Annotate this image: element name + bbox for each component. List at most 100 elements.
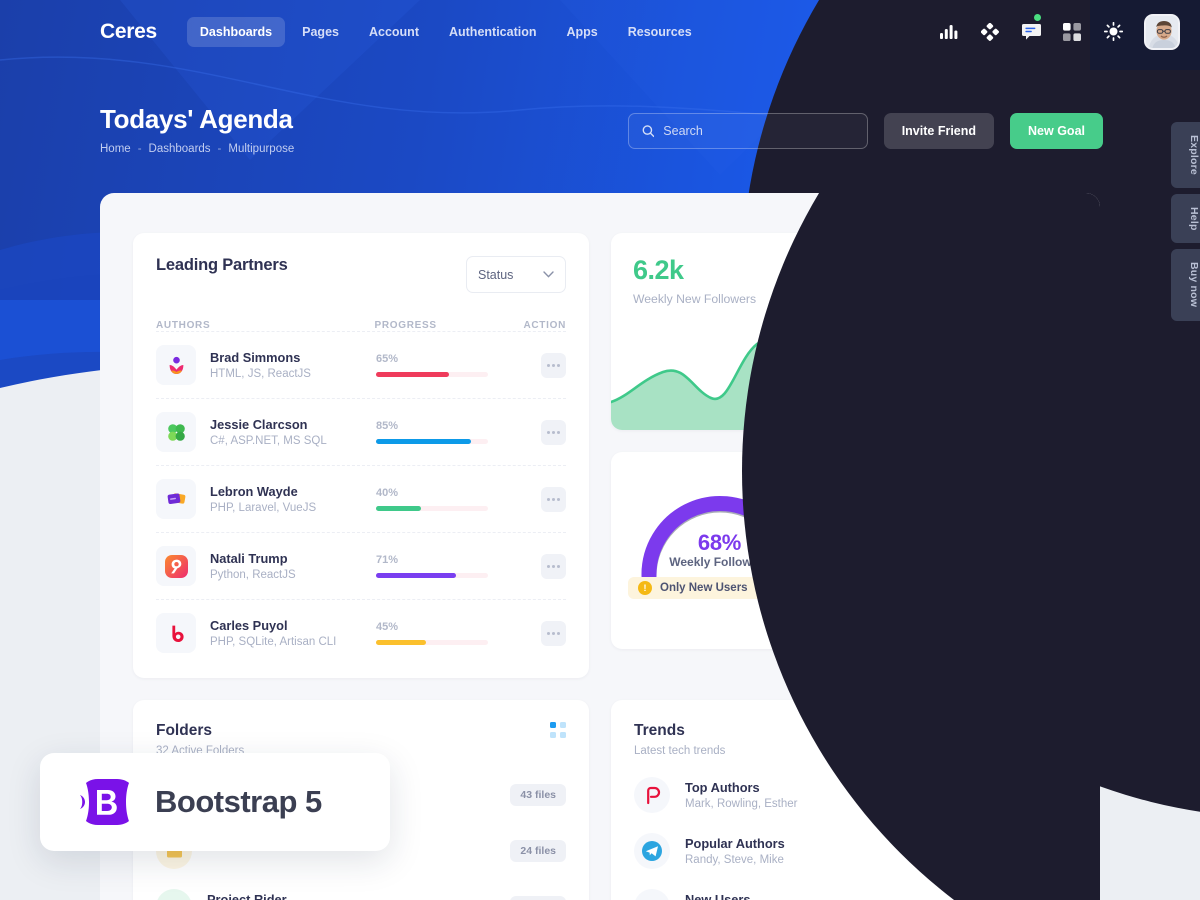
weekly-targets-stat-card: 730 My Weekly Targets (850, 233, 1067, 430)
nav-link-dashboards[interactable]: Dashboards (186, 16, 286, 47)
partner-tech: HTML, JS, ReactJS (210, 368, 311, 380)
progress-value: 85% (376, 420, 399, 433)
progress-track (376, 640, 488, 645)
folder-name: Project Rider (207, 892, 287, 900)
partner-name: Jessie Clarcson (210, 417, 308, 432)
gauge-label: Weekly Followers (669, 555, 770, 569)
targets-value: 730 (872, 255, 916, 285)
bar-chart-icon[interactable] (938, 21, 960, 43)
breadcrumb-multipurpose: Multipurpose (228, 143, 295, 155)
character-illustration: % (976, 485, 1064, 649)
checkbox-icon[interactable] (876, 573, 888, 585)
telegram-logo (634, 833, 670, 869)
chevron-down-icon (543, 271, 554, 278)
progress-value: 45% (376, 621, 399, 634)
bootstrap-logo (80, 779, 129, 825)
checkbox-icon[interactable] (876, 515, 888, 527)
nav-link-resources[interactable]: Resources (615, 17, 705, 47)
nav-link-pages[interactable]: Pages (289, 17, 352, 47)
table-row[interactable]: Jessie Clarcson C#, ASP.NET, MS SQL 85% (156, 398, 566, 465)
trends-card: Trends Latest tech trends Top Authors Ma… (611, 700, 1067, 900)
diamond-cluster-icon[interactable] (979, 21, 1001, 43)
row-action-button[interactable] (541, 352, 566, 378)
p-logo (634, 777, 670, 813)
list-item[interactable]: New Users John, Pat, Jimmy +4500$ (634, 889, 1044, 900)
progress-fill (376, 372, 449, 377)
grid-dots-icon[interactable] (1028, 722, 1044, 738)
partner-tech: PHP, SQLite, Artisan CLI (210, 636, 337, 648)
target-item[interactable]: Observe (876, 543, 964, 557)
new-target-card: Cereate Observe Export PDF New Target % (850, 452, 1067, 649)
sun-icon[interactable] (1102, 21, 1124, 43)
status-select-value: Status (478, 267, 514, 282)
checkbox-icon[interactable] (876, 544, 888, 556)
weekly-followers-gauge-card: 68% Weekly Followers ! Only New Users (611, 452, 828, 649)
folder-file-count: 43 files (510, 784, 566, 806)
side-tabs: Explore Help Buy now (1171, 122, 1200, 321)
list-item[interactable]: Top Authors Mark, Rowling, Esther +82$ (634, 777, 1044, 813)
side-tab-buy-now[interactable]: Buy now (1171, 249, 1200, 321)
header-toolbar: Invite Friend New Goal (627, 113, 1103, 149)
trend-amount: +82$ (1000, 784, 1044, 806)
progress-track (376, 439, 488, 444)
targets-label: My Weekly Targets (872, 292, 975, 306)
nav-links: Dashboards Pages Account Authentication … (186, 16, 705, 47)
notification-dot (1034, 13, 1041, 21)
nav-link-authentication[interactable]: Authentication (436, 17, 550, 47)
side-tab-explore[interactable]: Explore (1171, 122, 1200, 188)
warning-icon: ! (638, 581, 652, 595)
trends-subtitle: Latest tech trends (634, 745, 726, 757)
table-row[interactable]: Natali Trump Python, ReactJS 71% (156, 532, 566, 599)
target-item[interactable]: Cereate (876, 514, 964, 528)
trend-amount: +280$ (994, 840, 1044, 862)
leading-partners-columns: AUTHORS PROGRESS ACTION (156, 320, 566, 331)
table-row[interactable]: Brad Simmons HTML, JS, ReactJS 65% (156, 331, 566, 398)
followers-area-chart (611, 339, 828, 430)
row-action-button[interactable] (541, 419, 566, 445)
folder-file-count: 24 files (510, 840, 566, 862)
grid-layout-icon[interactable] (1061, 21, 1083, 43)
status-select[interactable]: Status (466, 256, 566, 293)
top-navbar: Ceres Dashboards Pages Account Authentic… (0, 0, 1200, 63)
breadcrumb-dashboards[interactable]: Dashboards (149, 143, 211, 155)
target-item[interactable]: Export PDF (876, 572, 964, 586)
app-root: Ceres Dashboards Pages Account Authentic… (0, 0, 1200, 900)
invite-friend-button[interactable]: Invite Friend (883, 113, 995, 149)
row-action-button[interactable] (541, 620, 566, 646)
search-box[interactable] (627, 113, 868, 149)
user-avatar[interactable] (1144, 13, 1180, 50)
table-row[interactable]: Lebron Wayde PHP, Laravel, VueJS 40% (156, 465, 566, 532)
list-item[interactable]: Project Rider New frontend admin theme 7… (156, 889, 566, 900)
partner-name: Carles Puyol (210, 618, 288, 633)
tulip-logo (156, 345, 196, 385)
targets-bar-chart (865, 328, 1061, 430)
breadcrumb-separator: - (217, 143, 222, 155)
search-input[interactable] (663, 124, 854, 138)
new-target-button[interactable]: New Target (876, 595, 970, 627)
row-action-button[interactable] (541, 486, 566, 512)
gauge-note-text: Only New Users (660, 582, 748, 594)
progress-track (376, 372, 488, 377)
trend-sub: Mark, Rowling, Esther (685, 798, 798, 810)
breadcrumb-home[interactable]: Home (100, 143, 131, 155)
list-item[interactable]: Popular Authors Randy, Steve, Mike +280$ (634, 833, 1044, 869)
grid-dots-icon[interactable] (550, 722, 566, 738)
cloud-upload-icon (156, 889, 192, 900)
page-header: Todays' Agenda Home - Dashboards - Multi… (100, 104, 294, 155)
new-goal-button[interactable]: New Goal (1010, 113, 1103, 149)
target-item-label: Cereate (898, 514, 943, 528)
nav-link-account[interactable]: Account (356, 17, 432, 47)
side-tab-help[interactable]: Help (1171, 193, 1200, 244)
progress-value: 65% (376, 353, 399, 366)
table-row[interactable]: Carles Puyol PHP, SQLite, Artisan CLI 45… (156, 599, 566, 666)
weekly-followers-stat-card: 6.2k Weekly New Followers (611, 233, 828, 430)
trend-amount: +4500$ (988, 896, 1044, 900)
nav-link-apps[interactable]: Apps (553, 17, 610, 47)
column-progress: PROGRESS (374, 320, 437, 331)
trend-sub: Randy, Steve, Mike (685, 854, 784, 866)
chat-bubble-icon[interactable] (1020, 13, 1042, 43)
row-action-button[interactable] (541, 553, 566, 579)
brand-logo[interactable]: Ceres (100, 20, 157, 44)
progress-value: 71% (376, 554, 399, 567)
b-logo (156, 613, 196, 653)
